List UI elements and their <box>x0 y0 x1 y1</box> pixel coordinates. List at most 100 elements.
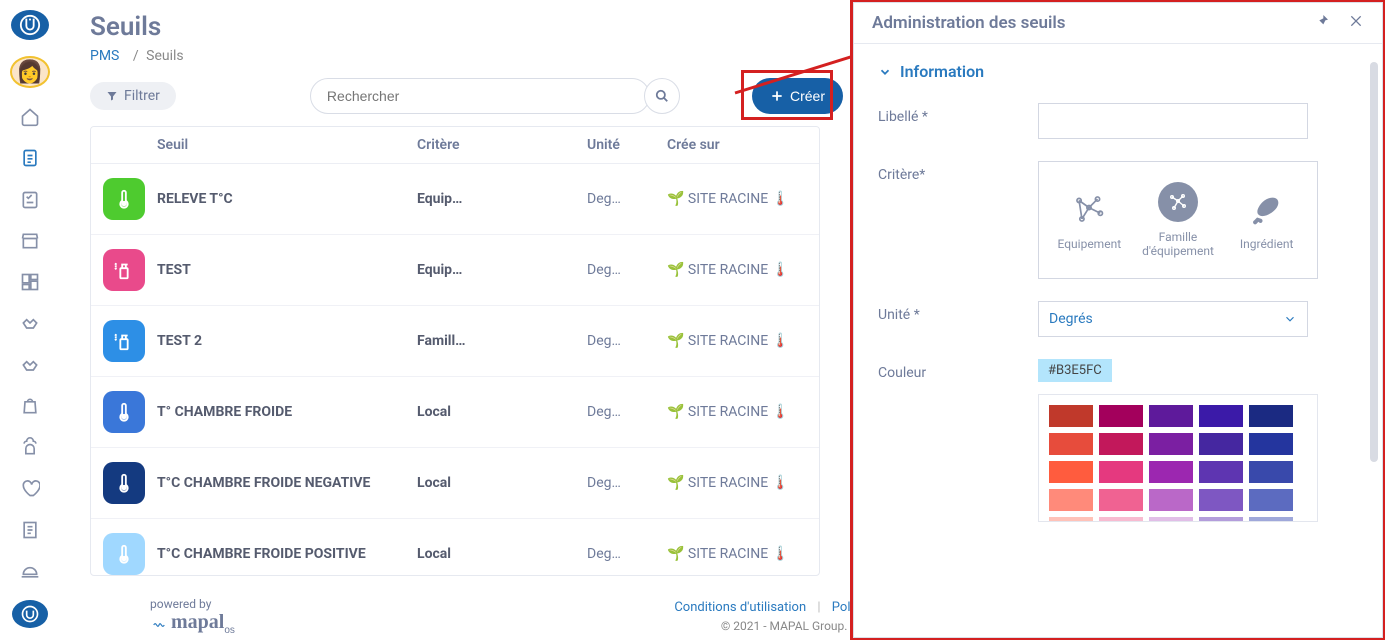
color-swatch[interactable] <box>1249 405 1293 427</box>
color-swatch[interactable] <box>1199 433 1243 455</box>
section-information[interactable]: Information <box>878 62 1358 81</box>
doc-icon[interactable] <box>14 517 46 542</box>
filter-button[interactable]: Filtrer <box>90 82 176 110</box>
color-swatch[interactable] <box>1099 489 1143 511</box>
table-scroll[interactable]: Seuil Critère Unité Crée sur RELEVE T°C … <box>91 127 819 575</box>
color-swatch[interactable] <box>1199 489 1243 511</box>
chevron-down-icon <box>1283 312 1297 326</box>
row-unite: Deg… <box>587 404 667 420</box>
input-libelle[interactable] <box>1038 103 1308 139</box>
search-group <box>310 78 680 114</box>
select-unite[interactable]: Degrés <box>1038 301 1308 337</box>
home-icon[interactable] <box>14 104 46 129</box>
color-swatch[interactable] <box>1049 489 1093 511</box>
table-row[interactable]: T°C CHAMBRE FROIDE NEGATIVE Local Deg… 🌱… <box>91 448 819 519</box>
footer: powered by mapalos Conditions d'utilisat… <box>150 597 910 636</box>
network-circle-icon <box>1158 182 1198 222</box>
search-button[interactable] <box>644 78 680 114</box>
table-row[interactable]: T° CHAMBRE FROIDE Local Deg… 🌱 SITE RACI… <box>91 377 819 448</box>
color-swatch[interactable] <box>1099 517 1143 522</box>
color-swatch[interactable] <box>1149 433 1193 455</box>
row-critere: Famill… <box>417 333 587 349</box>
table: Seuil Critère Unité Crée sur RELEVE T°C … <box>90 126 820 576</box>
critere-ingredient[interactable]: Ingrédient <box>1227 189 1307 251</box>
clipboard-icon[interactable] <box>14 146 46 171</box>
critere-famille[interactable]: Famille d'équipement <box>1138 182 1218 258</box>
color-swatch[interactable] <box>1199 517 1243 522</box>
color-value[interactable]: #B3E5FC <box>1038 359 1112 382</box>
color-swatch[interactable] <box>1149 489 1193 511</box>
table-row[interactable]: T°C CHAMBRE FROIDE POSITIVE Local Deg… 🌱… <box>91 519 819 575</box>
color-swatch[interactable] <box>1249 517 1293 522</box>
row-icon <box>103 533 145 575</box>
panel-body: Information Libellé * Critère* Equipemen… <box>854 44 1382 624</box>
row-name: T°C CHAMBRE FROIDE POSITIVE <box>157 546 417 562</box>
color-swatch[interactable] <box>1199 405 1243 427</box>
filter-icon <box>106 90 118 102</box>
store-icon[interactable] <box>14 228 46 253</box>
panel-scrollbar[interactable] <box>1370 62 1378 462</box>
color-swatch[interactable] <box>1099 405 1143 427</box>
row-icon <box>103 320 145 362</box>
color-swatch[interactable] <box>1149 461 1193 483</box>
create-label: Créer <box>790 88 825 104</box>
unite-value: Degrés <box>1049 311 1093 327</box>
cloche-icon[interactable] <box>14 558 46 583</box>
color-swatch[interactable] <box>1249 489 1293 511</box>
color-swatch[interactable] <box>1149 405 1193 427</box>
pin-icon[interactable] <box>1314 13 1330 33</box>
row-critere: Equip… <box>417 191 587 207</box>
row-name: TEST <box>157 262 417 278</box>
breadcrumb-sep: / <box>133 48 139 64</box>
handshake-icon[interactable] <box>14 311 46 336</box>
plus-icon <box>770 89 784 103</box>
row-critere: Equip… <box>417 262 587 278</box>
label-unite: Unité * <box>878 301 1028 323</box>
color-swatch[interactable] <box>1199 461 1243 483</box>
critere-ingredient-label: Ingrédient <box>1240 237 1294 251</box>
bag-icon[interactable] <box>14 393 46 418</box>
color-swatch[interactable] <box>1249 433 1293 455</box>
label-libelle: Libellé * <box>878 103 1028 125</box>
critere-equipement[interactable]: Equipement <box>1049 189 1129 251</box>
table-row[interactable]: RELEVE T°C Equip… Deg… 🌱 SITE RACINE 🌡️ <box>91 164 819 235</box>
row-unite: Deg… <box>587 475 667 491</box>
app-logo[interactable] <box>11 10 49 40</box>
row-icon <box>103 249 145 291</box>
chevron-down-icon <box>878 65 892 79</box>
search-icon <box>655 89 669 103</box>
color-swatch[interactable] <box>1049 461 1093 483</box>
heart-icon[interactable] <box>14 476 46 501</box>
checklist-icon[interactable] <box>14 187 46 212</box>
table-row[interactable]: TEST Equip… Deg… 🌱 SITE RACINE 🌡️ <box>91 235 819 306</box>
row-unite: Deg… <box>587 191 667 207</box>
dashboard-icon[interactable] <box>14 269 46 294</box>
color-swatch[interactable] <box>1249 461 1293 483</box>
footer-brand: powered by mapalos <box>150 597 235 636</box>
avatar[interactable]: 👩 <box>10 56 50 88</box>
search-input[interactable] <box>310 78 650 114</box>
handshake2-icon[interactable] <box>14 352 46 377</box>
footer-conditions[interactable]: Conditions d'utilisation <box>674 600 806 615</box>
breadcrumb-root[interactable]: PMS <box>90 48 119 64</box>
bottom-logo-icon[interactable] <box>12 600 48 628</box>
footer-brand-suffix: os <box>224 625 235 636</box>
create-button[interactable]: Créer <box>752 78 843 114</box>
color-swatch[interactable] <box>1099 461 1143 483</box>
color-swatch[interactable] <box>1049 433 1093 455</box>
col-seuil: Seuil <box>157 137 417 153</box>
color-swatch[interactable] <box>1049 405 1093 427</box>
row-cree: 🌱 SITE RACINE 🌡️ <box>667 191 819 207</box>
col-unite: Unité <box>587 137 667 153</box>
color-swatch[interactable] <box>1099 433 1143 455</box>
panel-title: Administration des seuils <box>872 13 1314 33</box>
close-icon[interactable] <box>1348 13 1364 33</box>
field-couleur: Couleur #B3E5FC <box>878 359 1358 522</box>
row-critere: Local <box>417 475 587 491</box>
color-swatch[interactable] <box>1149 517 1193 522</box>
chef-icon[interactable] <box>14 435 46 460</box>
col-critere: Critère <box>417 137 587 153</box>
table-row[interactable]: TEST 2 Famill… Deg… 🌱 SITE RACINE 🌡️ <box>91 306 819 377</box>
critere-options[interactable]: Equipement Famille d'équipement Ingrédie… <box>1038 161 1318 279</box>
color-swatch[interactable] <box>1049 517 1093 522</box>
